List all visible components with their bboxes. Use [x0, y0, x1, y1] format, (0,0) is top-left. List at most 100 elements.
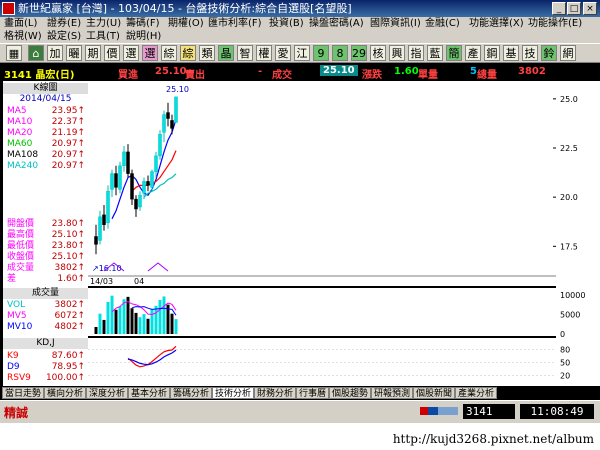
- watermark-url: http://kujd3268.pixnet.net/album: [392, 432, 594, 446]
- menu-item[interactable]: 匯市利率(F): [208, 17, 262, 30]
- toolbar-button[interactable]: 產: [465, 45, 481, 61]
- toolbar-button[interactable]: 江: [294, 45, 310, 61]
- tab-10[interactable]: 個股新聞: [413, 387, 456, 399]
- volume-bar: [122, 299, 126, 334]
- tab-4[interactable]: 籌碼分析: [170, 387, 213, 399]
- status-red-indicator: [420, 407, 428, 415]
- candle-body: [162, 114, 166, 133]
- menu-item[interactable]: 功能操作(E): [528, 17, 582, 30]
- tab-9[interactable]: 研報預測: [371, 387, 414, 399]
- high-price-label: 25.10: [166, 85, 189, 94]
- toolbar-button[interactable]: 簡: [446, 45, 462, 61]
- close-button[interactable]: ×: [583, 2, 597, 15]
- menu-item[interactable]: 籌碼(F): [126, 17, 160, 30]
- menu-item[interactable]: 主力(U): [86, 17, 121, 30]
- menu-item[interactable]: 說明(H): [126, 30, 161, 43]
- footer: http://kujd3268.pixnet.net/album: [0, 423, 600, 450]
- maximize-button[interactable]: □: [567, 2, 581, 15]
- volume-bar: [106, 301, 110, 334]
- toolbar-button[interactable]: 愛: [275, 45, 291, 61]
- volume-axis-label: 10000: [560, 291, 585, 300]
- volume-bar: [158, 299, 162, 334]
- menu-item[interactable]: 證券(E): [47, 17, 81, 30]
- toolbar-button[interactable]: 權: [256, 45, 272, 61]
- chart-area: K線圖 2014/04/15 MA5 23.95↑ MA10 22.37↑ MA20 21.1…: [0, 81, 600, 386]
- toolbar-button[interactable]: 核: [370, 45, 386, 61]
- toolbar-button[interactable]: 選: [142, 45, 158, 61]
- tab-8[interactable]: 個股趨勢: [329, 387, 372, 399]
- toolbar-button[interactable]: 加: [47, 45, 63, 61]
- toolbar-button[interactable]: 曬: [66, 45, 82, 61]
- candle-body: [170, 120, 174, 129]
- candle-body: [114, 173, 118, 188]
- brand-logo: 精誠: [4, 406, 29, 420]
- tab-5[interactable]: 技術分析: [212, 387, 255, 399]
- candle-body: [146, 181, 150, 186]
- price-panel-bg: [88, 81, 556, 286]
- chart-svg[interactable]: 25.022.520.017.525.10↗16.1014/03 04100005…: [0, 81, 600, 386]
- candle-body: [102, 214, 106, 225]
- volume-bar: [94, 326, 98, 334]
- menu-item[interactable]: 操盤密碼(A): [309, 17, 364, 30]
- toolbar-button[interactable]: 綜: [161, 45, 177, 61]
- stock-code-display[interactable]: 3141: [463, 404, 515, 419]
- menu-item[interactable]: 功能選擇(X): [469, 17, 524, 30]
- toolbar-button[interactable]: 類: [199, 45, 215, 61]
- toolbar-button[interactable]: 藍: [427, 45, 443, 61]
- stock-name[interactable]: 3141 晶宏(日): [4, 66, 74, 81]
- qty-value: 5: [470, 66, 477, 77]
- toolbar-button[interactable]: 指: [408, 45, 424, 61]
- tab-1[interactable]: 橫向分析: [44, 387, 87, 399]
- volume-bar: [170, 313, 174, 334]
- volume-bar: [154, 305, 158, 334]
- menu-item[interactable]: 國際資訊(I): [370, 17, 421, 30]
- menu-item[interactable]: 畫面(L): [4, 17, 37, 30]
- candle-body: [134, 198, 138, 210]
- menu-item[interactable]: 格視(W): [4, 30, 42, 43]
- tab-0[interactable]: 當日走勢: [2, 387, 45, 399]
- toolbar-button[interactable]: 9: [313, 45, 329, 61]
- volume-bar: [162, 296, 166, 334]
- toolbar-button[interactable]: 基: [503, 45, 519, 61]
- title-bar: 新世紀贏家 [台灣] - 103/04/15 - 台盤技術分析:綜合自選股[名望…: [0, 0, 600, 17]
- toolbar-button[interactable]: 8: [332, 45, 348, 61]
- menu-item[interactable]: 設定(S): [47, 30, 81, 43]
- toolbar-button[interactable]: 綜: [180, 45, 196, 61]
- toolbar-button[interactable]: 鋼: [484, 45, 500, 61]
- candle-body: [150, 171, 154, 188]
- volume-bar: [114, 309, 118, 334]
- tab-7[interactable]: 行事曆: [296, 387, 330, 399]
- toolbar-button[interactable]: 選: [123, 45, 139, 61]
- candle-body: [106, 191, 110, 223]
- tab-6[interactable]: 財務分析: [254, 387, 297, 399]
- toolbar-button[interactable]: ⌂: [28, 45, 44, 61]
- menu-item[interactable]: 工具(T): [86, 30, 120, 43]
- tab-3[interactable]: 基本分析: [128, 387, 171, 399]
- toolbar-button[interactable]: 智: [237, 45, 253, 61]
- volume-bar: [150, 308, 154, 334]
- volume-bar: [130, 308, 134, 334]
- tab-2[interactable]: 深度分析: [86, 387, 129, 399]
- minimize-button[interactable]: _: [552, 2, 566, 15]
- toolbar-button[interactable]: 晶: [218, 45, 234, 61]
- toolbar-button[interactable]: 興: [389, 45, 405, 61]
- grid-icon[interactable]: ▦: [6, 45, 22, 61]
- buy-value: 25.10: [155, 66, 187, 77]
- toolbar-button[interactable]: 鈴: [541, 45, 557, 61]
- candle-body: [166, 112, 170, 119]
- menu-item[interactable]: 金融(C): [425, 17, 460, 30]
- toolbar-button[interactable]: 技: [522, 45, 538, 61]
- app-icon: [2, 2, 15, 15]
- menu-item[interactable]: 投資(B): [269, 17, 304, 30]
- date-label: 14/03: [90, 277, 113, 286]
- toolbar-button[interactable]: 網: [560, 45, 576, 61]
- candle-body: [122, 151, 126, 166]
- volume-bar: [102, 319, 106, 334]
- toolbar-button[interactable]: 價: [104, 45, 120, 61]
- tab-11[interactable]: 產業分析: [455, 387, 498, 399]
- toolbar-button[interactable]: 期: [85, 45, 101, 61]
- toolbar-button[interactable]: 29: [351, 45, 367, 61]
- volume-bar: [174, 319, 178, 334]
- toolbar: ⌂ 加曬期價選選綜綜類晶智權愛江 9 8 29 核興指藍簡產鋼基技鈴網 ▦: [0, 43, 600, 63]
- menu-item[interactable]: 期權(O): [168, 17, 204, 30]
